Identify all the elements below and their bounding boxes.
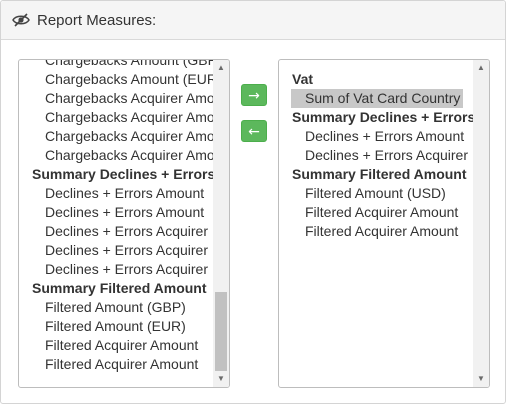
- list-option[interactable]: Filtered Acquirer Amount: [279, 222, 473, 241]
- list-option[interactable]: Declines + Errors Acquirer: [19, 222, 213, 241]
- scroll-down-arrow-icon[interactable]: ▼: [473, 371, 489, 387]
- list-option[interactable]: Chargebacks Amount (GBP): [19, 60, 213, 70]
- list-option[interactable]: Filtered Acquirer Amount: [19, 336, 213, 355]
- scroll-up-arrow-icon[interactable]: ▲: [473, 60, 489, 76]
- available-measures-list[interactable]: Chargebacks Amount (GBP) Chargebacks Amou…: [18, 59, 230, 388]
- list-option[interactable]: Chargebacks Amount (EUR): [19, 70, 213, 89]
- list-group-header: Summary Declines + Errors: [32, 166, 213, 182]
- list-group-header: Summary Filtered Amount: [32, 280, 207, 296]
- available-measures-options[interactable]: Chargebacks Amount (GBP) Chargebacks Amou…: [19, 60, 213, 387]
- list-option[interactable]: Declines + Errors Acquirer: [19, 241, 213, 260]
- scroll-up-arrow-icon[interactable]: ▲: [213, 60, 229, 76]
- panel-header: Report Measures:: [1, 1, 505, 40]
- selected-measures-options[interactable]: Vat Sum of Vat Card Country Summary Declin…: [279, 70, 473, 387]
- list-group-header: Summary Declines + Errors: [292, 109, 473, 125]
- list-option[interactable]: Sum of Vat Card Country: [291, 89, 463, 108]
- list-option[interactable]: Declines + Errors Acquirer: [279, 146, 473, 165]
- list-group-header: Summary Filtered Amount: [292, 166, 467, 182]
- list-option[interactable]: Declines + Errors Amount: [19, 203, 213, 222]
- list-option[interactable]: Chargebacks Acquirer Amount: [19, 89, 213, 108]
- scroll-down-arrow-icon[interactable]: ▼: [213, 371, 229, 387]
- scroll-thumb[interactable]: [215, 292, 227, 371]
- list-option[interactable]: Filtered Acquirer Amount: [19, 355, 213, 374]
- list-group-header: Vat: [292, 71, 314, 87]
- list-option[interactable]: Filtered Amount (EUR): [19, 317, 213, 336]
- list-option[interactable]: Declines + Errors Acquirer: [19, 260, 213, 279]
- list-option[interactable]: Chargebacks Acquirer Amount: [19, 127, 213, 146]
- move-right-button[interactable]: →: [241, 84, 267, 106]
- list-option[interactable]: Chargebacks Acquirer Amount: [19, 108, 213, 127]
- selected-list-scrollbar[interactable]: ▲ ▼: [473, 60, 489, 387]
- selected-measures-list[interactable]: Vat Sum of Vat Card Country Summary Declin…: [278, 59, 490, 388]
- list-option[interactable]: Filtered Amount (USD): [279, 184, 473, 203]
- available-list-scrollbar[interactable]: ▲ ▼: [213, 60, 229, 387]
- list-option[interactable]: Filtered Amount (GBP): [19, 298, 213, 317]
- panel-title: Report Measures:: [37, 12, 157, 29]
- list-option[interactable]: Declines + Errors Amount: [19, 184, 213, 203]
- report-measures-panel: Report Measures: Chargebacks Amount (GBP…: [0, 0, 506, 404]
- list-option[interactable]: Declines + Errors Amount: [279, 127, 473, 146]
- eye-slash-icon: [12, 13, 30, 27]
- list-option[interactable]: Chargebacks Acquirer Amount: [19, 146, 213, 165]
- move-left-button[interactable]: ←: [241, 120, 267, 142]
- list-option[interactable]: Filtered Acquirer Amount: [279, 203, 473, 222]
